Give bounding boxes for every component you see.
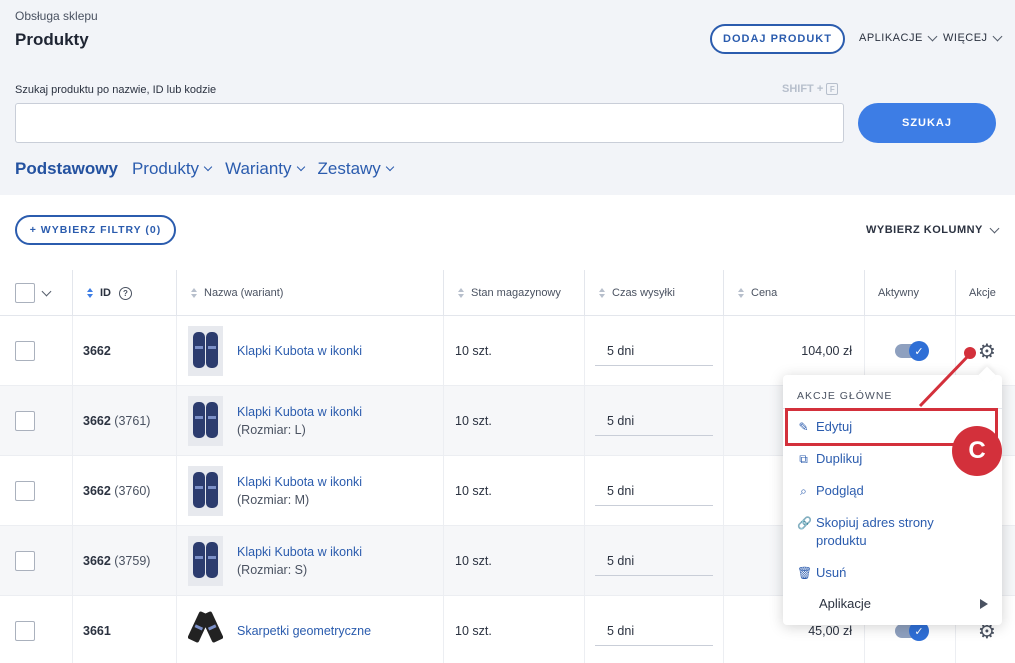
annotation-pointer-line <box>918 352 972 408</box>
annotation-overlay <box>918 347 976 408</box>
annotation-pointer-dot <box>964 347 976 359</box>
annotation-badge: C <box>952 426 1002 476</box>
